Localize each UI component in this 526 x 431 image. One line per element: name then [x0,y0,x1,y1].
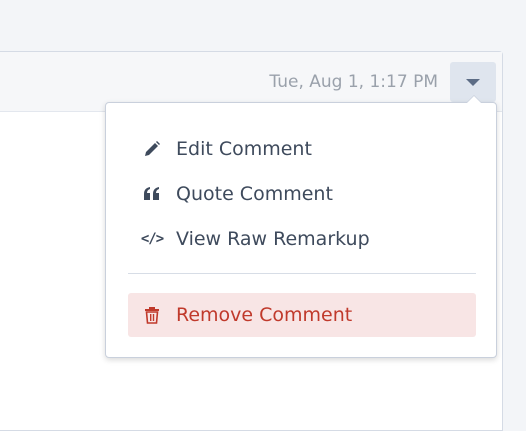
caret-down-icon [466,79,480,86]
edit-comment-label: Edit Comment [176,138,312,160]
remove-comment-menu-item[interactable]: Remove Comment [128,293,476,337]
edit-comment-menu-item[interactable]: Edit Comment [128,127,476,171]
quote-comment-menu-item[interactable]: Quote Comment [128,172,476,216]
comment-actions-dropdown: Edit Comment Quote Comment </> View Raw … [105,95,497,358]
view-raw-remarkup-menu-item[interactable]: </> View Raw Remarkup [128,217,476,261]
remove-comment-label: Remove Comment [176,304,353,326]
pencil-icon [142,139,162,159]
menu-divider [128,273,476,274]
view-raw-remarkup-label: View Raw Remarkup [176,228,370,250]
dropdown-pointer-inner [467,96,481,103]
comment-timestamp[interactable]: Tue, Aug 1, 1:17 PM [269,72,438,92]
trash-icon [142,305,162,325]
code-icon: </> [140,231,164,247]
quote-icon [142,184,162,204]
quote-comment-label: Quote Comment [176,183,333,205]
